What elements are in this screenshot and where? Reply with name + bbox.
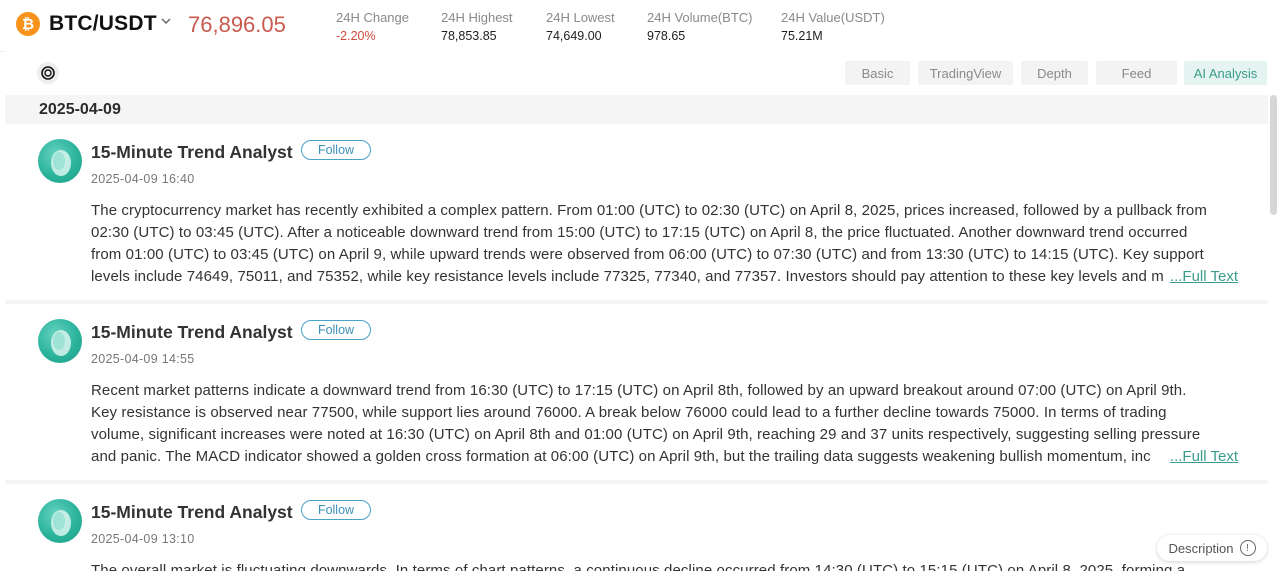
stat-value: 978.65 — [647, 29, 686, 43]
full-text-link[interactable]: ...Full Text — [1167, 266, 1238, 288]
stat-24h-change: 24H Change -2.20% — [336, 10, 409, 44]
post-line: The cryptocurrency market has recently e… — [91, 202, 1207, 219]
analyst-avatar[interactable] — [38, 139, 82, 183]
stat-value: 74,649.00 — [546, 29, 602, 43]
description-label: Description — [1168, 540, 1234, 556]
stat-value: -2.20% — [336, 29, 376, 43]
stat-24h-value: 24H Value(USDT) 75.21M — [781, 10, 885, 44]
post-line: 02:30 (UTC) to 03:45 (UTC). After a noti… — [91, 224, 1188, 241]
stat-24h-volume: 24H Volume(BTC) 978.65 — [647, 10, 752, 44]
post-time: 2025-04-09 14:55 — [91, 352, 195, 366]
analysis-post: 15-Minute Trend Analyst Follow 2025-04-0… — [5, 484, 1268, 571]
post-line: levels include 74649, 75011, and 75352, … — [91, 268, 1164, 285]
stat-value: 75.21M — [781, 29, 823, 43]
info-icon: ! — [1239, 540, 1256, 556]
post-body: Recent market patterns indicate a downwa… — [91, 380, 1241, 468]
date-header: 2025-04-09 — [39, 101, 121, 118]
post-line: and panic. The MACD indicator showed a g… — [91, 448, 1151, 465]
post-line: The overall market is fluctuating downwa… — [91, 562, 1186, 571]
follow-button[interactable]: Follow — [301, 140, 371, 160]
stat-label: 24H Volume(BTC) — [647, 10, 753, 25]
follow-button[interactable]: Follow — [301, 500, 371, 520]
post-line: Recent market patterns indicate a downwa… — [91, 382, 1187, 399]
tab-row: Basic TradingView Depth Feed AI Analysis — [5, 51, 1280, 95]
tab-basic[interactable]: Basic — [845, 61, 910, 85]
post-line: Key resistance is observed near 77500, w… — [91, 404, 1167, 421]
ticker-bar: ₿ BTC/USDT 76,896.05 24H Change -2.20% 2… — [0, 0, 1280, 52]
stat-value: 78,853.85 — [441, 29, 497, 43]
tab-depth[interactable]: Depth — [1021, 61, 1088, 85]
coin-logo-icon — [37, 62, 59, 84]
post-body: The cryptocurrency market has recently e… — [91, 200, 1241, 288]
post-time: 2025-04-09 13:10 — [91, 532, 195, 546]
description-button[interactable]: Description ! — [1157, 535, 1267, 561]
analysis-post: 15-Minute Trend Analyst Follow 2025-04-0… — [5, 124, 1268, 300]
stat-label: 24H Lowest — [546, 10, 615, 25]
stat-24h-highest: 24H Highest 78,853.85 — [441, 10, 513, 44]
ai-analysis-feed[interactable]: 2025-04-09 15-Minute Trend Analyst Follo… — [5, 95, 1268, 571]
trading-pair-selector[interactable]: BTC/USDT — [49, 12, 157, 36]
post-line: from 01:00 (UTC) to 03:45 (UTC) on April… — [91, 246, 1204, 263]
analyst-name[interactable]: 15-Minute Trend Analyst — [91, 322, 293, 343]
chevron-down-icon[interactable] — [160, 15, 172, 27]
feed-scrollbar[interactable] — [1270, 95, 1277, 215]
last-price: 76,896.05 — [188, 12, 286, 37]
analysis-post: 15-Minute Trend Analyst Follow 2025-04-0… — [5, 304, 1268, 480]
analyst-avatar[interactable] — [38, 319, 82, 363]
tab-feed[interactable]: Feed — [1096, 61, 1177, 85]
stat-label: 24H Value(USDT) — [781, 10, 885, 25]
post-body: The overall market is fluctuating downwa… — [91, 560, 1241, 571]
full-text-link[interactable]: ...Full Text — [1167, 446, 1238, 468]
stat-24h-lowest: 24H Lowest 74,649.00 — [546, 10, 615, 44]
post-time: 2025-04-09 16:40 — [91, 172, 195, 186]
analyst-name[interactable]: 15-Minute Trend Analyst — [91, 502, 293, 523]
follow-button[interactable]: Follow — [301, 320, 371, 340]
stat-label: 24H Change — [336, 10, 409, 25]
analyst-name[interactable]: 15-Minute Trend Analyst — [91, 142, 293, 163]
tab-ai-analysis[interactable]: AI Analysis — [1184, 61, 1267, 85]
bitcoin-icon: ₿ — [16, 12, 40, 36]
analyst-avatar[interactable] — [38, 499, 82, 543]
tab-tradingview[interactable]: TradingView — [918, 61, 1013, 85]
post-line: volume, significant increases were noted… — [91, 426, 1201, 443]
stat-label: 24H Highest — [441, 10, 513, 25]
